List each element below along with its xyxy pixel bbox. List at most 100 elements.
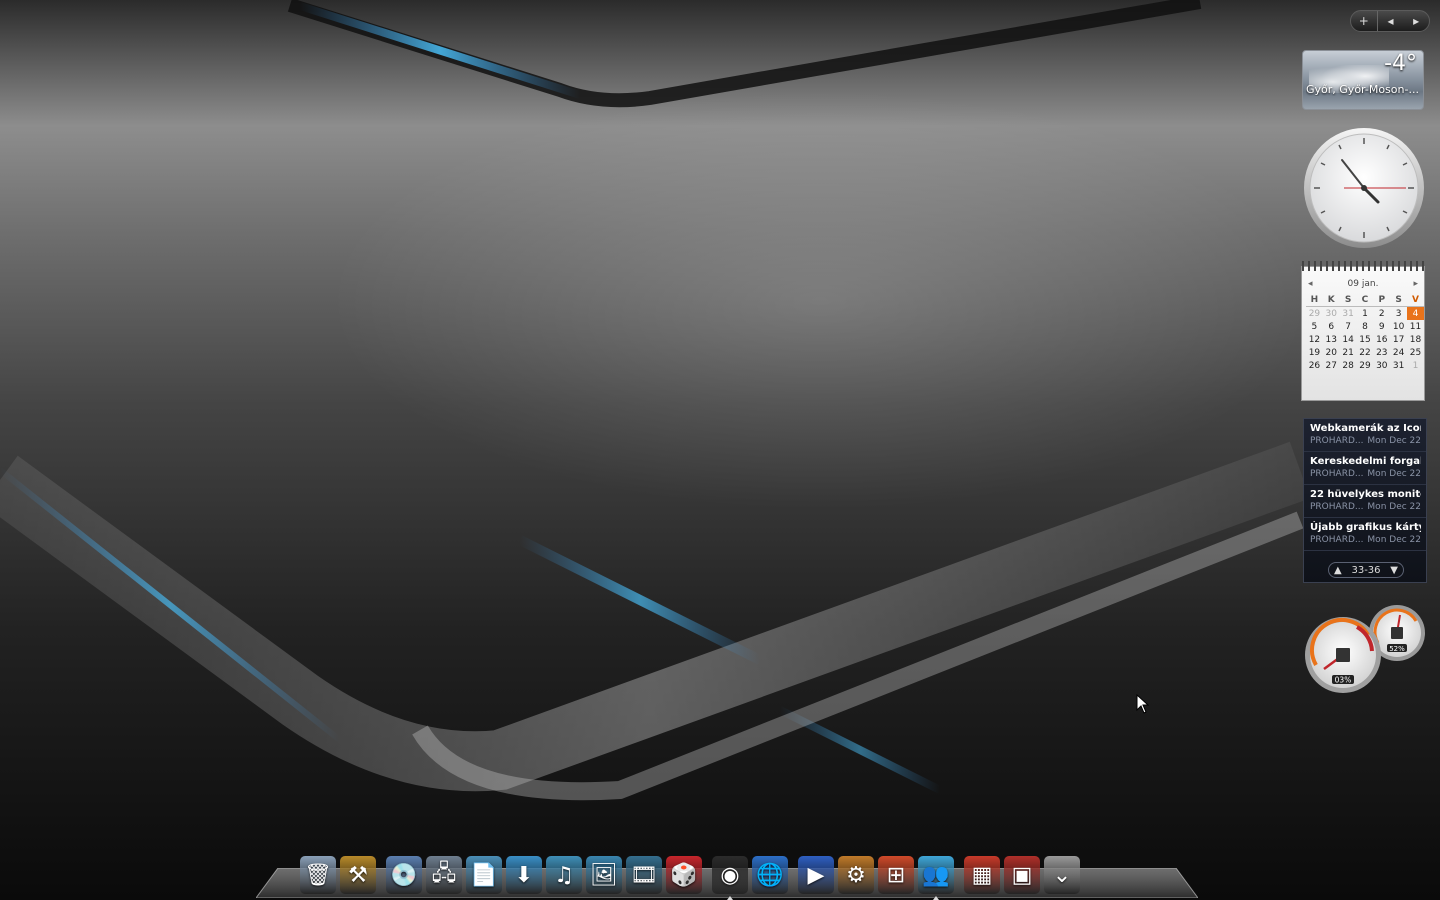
app-blocks-icon[interactable]: ▦ <box>964 856 1000 894</box>
weekday-label: K <box>1322 293 1340 307</box>
music-icon[interactable]: ♫ <box>546 856 582 894</box>
calendar-day[interactable]: 2 <box>1373 307 1390 321</box>
calendar-day[interactable]: 1 <box>1407 359 1424 372</box>
wallpaper <box>0 0 1311 801</box>
calendar-day[interactable]: 27 <box>1323 359 1340 372</box>
next-page-button[interactable]: ▸ <box>1403 11 1429 31</box>
news-page-range: 33-36 <box>1351 564 1381 576</box>
weekday-label: S <box>1390 293 1408 307</box>
calendar-day[interactable]: 15 <box>1357 333 1374 346</box>
downloads-icon[interactable]: ⬇ <box>506 856 542 894</box>
calendar-gadget: ◂ 09 jan. ▸ H K S C P S V 29 30 31 1 2 3… <box>1301 261 1425 401</box>
calendar-day[interactable]: 23 <box>1373 346 1390 359</box>
games-icon[interactable]: 🎲 <box>666 856 702 894</box>
control-panel-icon-glyph: ⚙ <box>846 862 866 888</box>
calendar-day[interactable]: 25 <box>1407 346 1424 359</box>
add-gadget-button[interactable]: + <box>1351 11 1377 31</box>
recycle-bin-icon[interactable]: 🗑 <box>300 856 336 894</box>
network-icon-glyph: 🖧 <box>431 861 457 886</box>
running-indicator <box>933 896 939 900</box>
weather-gadget[interactable]: -4° Győr, Győr-Moson-... <box>1302 50 1424 110</box>
messenger-icon[interactable]: 👥 <box>918 856 954 900</box>
weekday-label: H <box>1306 293 1323 307</box>
news-item[interactable]: Webkamerák az Icon... PROHARD... Mon Dec… <box>1304 419 1426 452</box>
clock-gadget[interactable] <box>1302 126 1426 250</box>
calendar-day[interactable]: 21 <box>1340 346 1357 359</box>
recycle-bin-icon-glyph: 🗑 <box>304 862 332 888</box>
control-panel-icon[interactable]: ⚙ <box>838 856 874 894</box>
pictures-icon[interactable]: 🖼 <box>586 856 622 894</box>
news-item[interactable]: Újabb grafikus kárty... PROHARD... Mon D… <box>1304 518 1426 551</box>
stack-icon[interactable]: ⌄ <box>1044 856 1080 894</box>
calendar-day[interactable]: 28 <box>1340 359 1357 372</box>
weather-location: Győr, Győr-Moson-... <box>1306 83 1419 96</box>
mouse-cursor-icon <box>1136 694 1150 714</box>
music-icon-glyph: ♫ <box>554 862 574 888</box>
calendar-day[interactable]: 9 <box>1373 320 1390 333</box>
calendar-day[interactable]: 8 <box>1357 320 1374 333</box>
cpu-meter-gadget[interactable]: 52% 03% <box>1302 603 1428 695</box>
tools-icon[interactable]: ⚒ <box>340 856 376 894</box>
news-item[interactable]: 22 hüvelykes monito... PROHARD... Mon De… <box>1304 485 1426 518</box>
app-gallery-icon[interactable]: ▣ <box>1004 856 1040 894</box>
news-item-title: Webkamerák az Icon... <box>1310 423 1421 434</box>
news-item[interactable]: Kereskedelmi forgal... PROHARD... Mon De… <box>1304 452 1426 485</box>
calendar-day[interactable]: 11 <box>1407 320 1424 333</box>
documents-icon[interactable]: 📄 <box>466 856 502 894</box>
news-item-title: Újabb grafikus kárty... <box>1310 522 1421 533</box>
documents-icon-glyph: 📄 <box>470 862 498 888</box>
dock: 🗑 ⚒ 💿 🖧 📄 ⬇ ♫ 🖼 🎞 🎲 ◉ 🌐 ▶ ⚙ ⊞ 👥 ▦ ▣ ⌄ <box>300 852 1084 900</box>
calendar-next-month-button[interactable]: ▸ <box>1413 279 1418 289</box>
calendar-day[interactable]: 31 <box>1340 307 1357 321</box>
tools-icon-glyph: ⚒ <box>348 862 368 888</box>
weekday-label: C <box>1356 293 1374 307</box>
calendar-day[interactable]: 14 <box>1340 333 1357 346</box>
calendar-day[interactable]: 12 <box>1306 333 1323 346</box>
messenger-icon-glyph: 👥 <box>922 862 950 888</box>
calendar-grid: H K S C P S V 29 30 31 1 2 3 4 5 6 7 8 9… <box>1306 293 1424 372</box>
calendar-day[interactable]: 20 <box>1323 346 1340 359</box>
calendar-day[interactable]: 29 <box>1357 359 1374 372</box>
news-item-source: PROHARD... <box>1310 469 1364 479</box>
news-page-down-button[interactable]: ▼ <box>1390 565 1398 576</box>
previous-page-button[interactable]: ◂ <box>1376 11 1404 31</box>
weekday-label: P <box>1373 293 1391 307</box>
calendar-day[interactable]: 19 <box>1306 346 1323 359</box>
calendar-day[interactable]: 6 <box>1323 320 1340 333</box>
videos-icon-glyph: 🎞 <box>630 862 658 888</box>
calendar-day[interactable]: 7 <box>1340 320 1357 333</box>
calendar-day[interactable]: 10 <box>1390 320 1407 333</box>
calendar-day-today[interactable]: 4 <box>1407 306 1424 320</box>
media-center-icon[interactable]: ▶ <box>798 856 834 894</box>
calendar-day[interactable]: 13 <box>1323 333 1340 346</box>
news-item-title: Kereskedelmi forgal... <box>1310 456 1421 467</box>
network-icon[interactable]: 🖧 <box>426 856 462 894</box>
calendar-day[interactable]: 22 <box>1357 346 1374 359</box>
weekday-label: S <box>1339 293 1357 307</box>
calendar-day[interactable]: 17 <box>1390 333 1407 346</box>
calendar-day[interactable]: 3 <box>1390 307 1407 321</box>
disk-icon[interactable]: 💿 <box>386 856 422 894</box>
calendar-prev-month-button[interactable]: ◂ <box>1308 279 1313 289</box>
cpu-chip-icon <box>1336 648 1350 662</box>
calendar-day[interactable]: 30 <box>1323 307 1340 321</box>
calendar-day[interactable]: 30 <box>1373 359 1390 372</box>
media-player-icon[interactable]: ◉ <box>712 856 748 900</box>
windows-icon[interactable]: ⊞ <box>878 856 914 894</box>
downloads-icon-glyph: ⬇ <box>514 862 534 888</box>
browser-icon[interactable]: 🌐 <box>752 856 788 894</box>
calendar-day[interactable]: 5 <box>1306 320 1323 333</box>
calendar-day[interactable]: 1 <box>1357 307 1374 321</box>
videos-icon[interactable]: 🎞 <box>626 856 662 894</box>
news-item-date: Mon Dec 22 <box>1367 502 1421 512</box>
calendar-day[interactable]: 31 <box>1390 359 1407 372</box>
disk-icon-glyph: 💿 <box>390 862 418 888</box>
calendar-day[interactable]: 29 <box>1306 307 1323 321</box>
news-item-date: Mon Dec 22 <box>1367 469 1421 479</box>
calendar-day[interactable]: 26 <box>1306 359 1323 372</box>
calendar-day[interactable]: 18 <box>1407 333 1424 346</box>
memory-usage-value: 52% <box>1389 645 1405 653</box>
news-page-up-button[interactable]: ▲ <box>1334 565 1342 576</box>
calendar-day[interactable]: 16 <box>1373 333 1390 346</box>
calendar-day[interactable]: 24 <box>1390 346 1407 359</box>
